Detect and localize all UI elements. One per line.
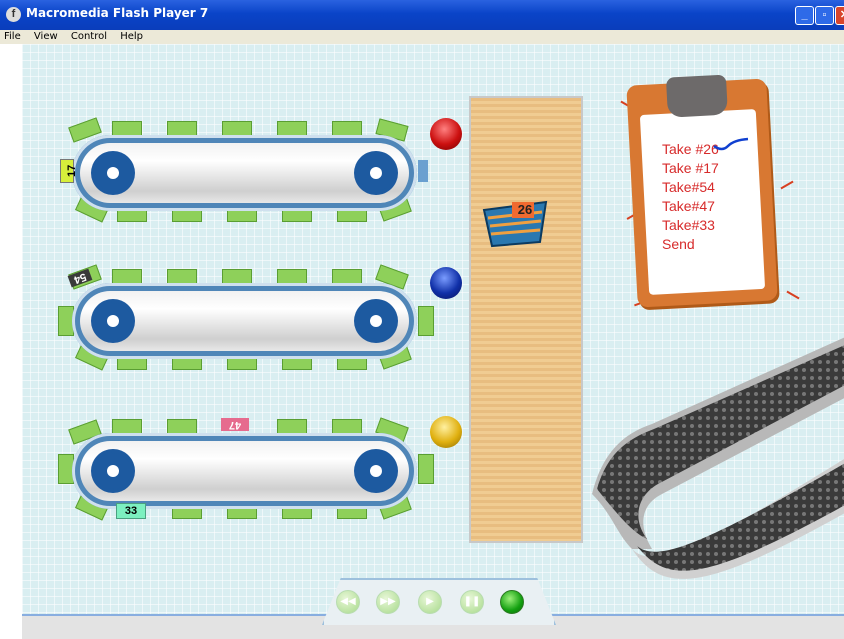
gear-icon [354, 299, 398, 343]
record-button[interactable] [500, 590, 524, 614]
rewind-button[interactable]: ◀◀ [336, 590, 360, 614]
gear-icon [91, 449, 135, 493]
gear-icon [354, 151, 398, 195]
red-push-button[interactable] [430, 118, 462, 150]
order-item: Take#47 [662, 198, 715, 214]
gear-icon [91, 299, 135, 343]
package-17[interactable]: 17 [60, 159, 78, 183]
ramp-conveyor [592, 337, 844, 579]
menu-view[interactable]: View [34, 31, 58, 42]
menu-control[interactable]: Control [71, 31, 107, 42]
gear-icon [91, 151, 135, 195]
title-bar: f Macromedia Flash Player 7 _ ▫ ✕ [0, 0, 844, 30]
game-stage: 17 54 47 33 26 Take #26 Take #17 Take#54… [22, 44, 844, 639]
pause-button[interactable]: ❚❚ [460, 590, 484, 614]
basket-number: 26 [517, 202, 533, 217]
menu-bar: File View Control Help [0, 30, 844, 44]
menu-file[interactable]: File [4, 31, 21, 42]
order-item: Take #26 [662, 141, 719, 157]
minimize-button[interactable]: _ [795, 6, 814, 25]
close-button[interactable]: ✕ [835, 6, 844, 25]
flash-app-icon: f [6, 7, 21, 22]
order-list: Take #26 Take #17 Take#54 Take#47 Take#3… [662, 140, 719, 254]
maximize-button[interactable]: ▫ [815, 6, 834, 25]
package-33[interactable]: 33 [116, 503, 146, 519]
order-item: Take #17 [662, 160, 719, 176]
gear-icon [354, 449, 398, 493]
play-button[interactable]: ▶ [418, 590, 442, 614]
window-title: Macromedia Flash Player 7 [26, 6, 209, 20]
blue-push-button[interactable] [430, 267, 462, 299]
menu-help[interactable]: Help [120, 31, 143, 42]
order-item: Take#33 [662, 217, 715, 233]
left-margin [0, 44, 22, 639]
yellow-push-button[interactable] [430, 416, 462, 448]
wooden-chute: 26 [469, 96, 583, 543]
order-item: Take#54 [662, 179, 715, 195]
fast-forward-button[interactable]: ▶▶ [376, 590, 400, 614]
clip-icon [665, 74, 728, 118]
package-47[interactable]: 47 [221, 418, 249, 431]
send-button[interactable]: Send [662, 235, 719, 254]
checkmark-icon [713, 137, 749, 151]
